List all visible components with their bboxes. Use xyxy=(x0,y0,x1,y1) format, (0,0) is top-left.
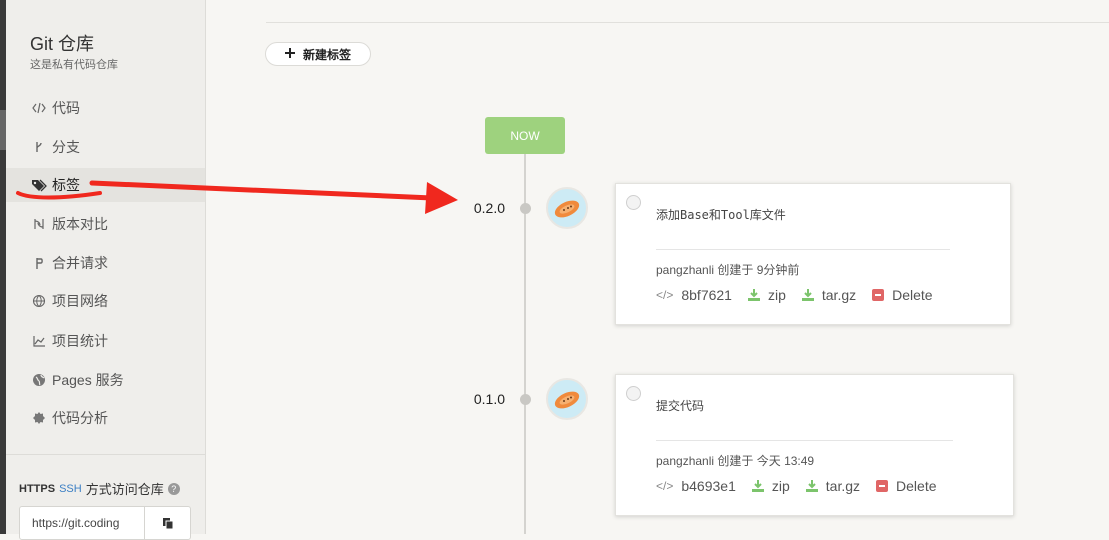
download-icon xyxy=(801,289,814,301)
sidebar: Git 仓库 这是私有代码仓库 代码 分支 标签 版本对比 合并请求 项目网络 … xyxy=(6,0,206,540)
commit-hash: 8bf7621 xyxy=(681,287,732,303)
annotation-arrow-head xyxy=(425,182,458,214)
targz-label: tar.gz xyxy=(825,478,861,494)
https-option[interactable]: HTTPS xyxy=(19,483,55,495)
tag-icon xyxy=(30,176,48,194)
zip-label: zip xyxy=(767,287,786,303)
card-separator xyxy=(656,440,953,441)
tag-card: 添加Base和Tool库文件 pangzhanli 创建于 9分钟前 </> 8… xyxy=(615,183,1011,325)
created-time: 创建于 9分钟前 xyxy=(717,263,800,277)
sidebar-item-label: 版本对比 xyxy=(52,216,108,232)
sidebar-item-stats[interactable]: 项目统计 xyxy=(6,324,205,358)
help-icon[interactable]: ? xyxy=(167,482,180,495)
sidebar-item-label: 合并请求 xyxy=(52,255,108,271)
sidebar-item-network[interactable]: 项目网络 xyxy=(6,284,205,318)
code-icon: </> xyxy=(656,288,674,302)
timeline-dot xyxy=(520,203,531,214)
download-icon xyxy=(805,480,818,492)
delete-label: Delete xyxy=(892,287,933,303)
zip-download[interactable]: zip xyxy=(747,287,786,303)
delete-button[interactable]: Delete xyxy=(876,478,937,494)
commit-link[interactable]: </> 8bf7621 xyxy=(656,287,732,303)
tag-message: 添加Base和Tool库文件 xyxy=(656,208,786,222)
commit-hash: b4693e1 xyxy=(681,478,736,494)
sidebar-item-label: Pages 服务 xyxy=(52,372,124,388)
tag-meta: pangzhanli 创建于 今天 13:49 xyxy=(656,452,814,469)
author[interactable]: pangzhanli xyxy=(656,263,714,277)
clone-url-input[interactable] xyxy=(20,507,144,539)
sidebar-item-label: 项目统计 xyxy=(52,333,108,349)
branch-icon xyxy=(30,138,48,156)
copy-icon[interactable] xyxy=(144,507,190,539)
tag-meta: pangzhanli 创建于 9分钟前 xyxy=(656,261,799,278)
code-icon xyxy=(30,99,48,117)
sidebar-item-merge-request[interactable]: 合并请求 xyxy=(6,246,205,280)
timeline-dot xyxy=(520,394,531,405)
code-icon: </> xyxy=(656,479,674,493)
sidebar-item-branch[interactable]: 分支 xyxy=(6,130,205,164)
globe-icon xyxy=(30,371,48,389)
sidebar-divider xyxy=(6,454,205,455)
delete-icon xyxy=(872,289,885,301)
new-tag-button[interactable]: 新建标签 xyxy=(265,42,371,66)
targz-download[interactable]: tar.gz xyxy=(801,287,857,303)
access-methods: HTTPS SSH 方式访问仓库 ? xyxy=(19,479,180,498)
sidebar-item-label: 项目网络 xyxy=(52,293,108,309)
tag-actions: </> 8bf7621 zip tar.gz Delete xyxy=(656,287,949,303)
tag-actions: </> b4693e1 zip tar.gz Delete xyxy=(656,478,953,494)
created-time: 创建于 今天 13:49 xyxy=(717,454,815,468)
merge-request-icon xyxy=(30,254,48,272)
now-marker: NOW xyxy=(485,117,565,154)
sidebar-item-pages[interactable]: Pages 服务 xyxy=(6,363,205,397)
sidebar-item-label: 标签 xyxy=(52,177,80,193)
delete-button[interactable]: Delete xyxy=(872,287,933,303)
author[interactable]: pangzhanli xyxy=(656,454,714,468)
delete-label: Delete xyxy=(896,478,937,494)
sidebar-item-compare[interactable]: 版本对比 xyxy=(6,207,205,241)
targz-download[interactable]: tar.gz xyxy=(805,478,861,494)
avatar[interactable] xyxy=(546,187,588,229)
card-separator xyxy=(656,249,950,250)
select-radio[interactable] xyxy=(626,386,641,401)
sidebar-item-analysis[interactable]: 代码分析 xyxy=(6,401,205,435)
sidebar-item-label: 分支 xyxy=(52,139,80,155)
download-icon xyxy=(747,289,760,301)
access-text: 方式访问仓库 xyxy=(85,482,164,497)
stats-icon xyxy=(30,332,48,350)
sidebar-item-code[interactable]: 代码 xyxy=(6,91,205,125)
repo-subtitle: 这是私有代码仓库 xyxy=(30,59,118,71)
sidebar-item-label: 代码 xyxy=(52,100,80,116)
delete-icon xyxy=(876,480,889,492)
papaya-icon xyxy=(554,200,580,218)
repo-title: Git 仓库 xyxy=(30,34,95,54)
network-icon xyxy=(30,292,48,310)
compare-icon xyxy=(30,215,48,233)
zip-label: zip xyxy=(771,478,790,494)
tag-version[interactable]: 0.2.0 xyxy=(455,200,505,216)
clone-url-box xyxy=(19,506,191,540)
commit-link[interactable]: </> b4693e1 xyxy=(656,478,736,494)
plus-icon xyxy=(284,47,295,61)
zip-download[interactable]: zip xyxy=(751,478,790,494)
tag-message: 提交代码 xyxy=(656,399,705,413)
download-icon xyxy=(751,480,764,492)
ssh-option[interactable]: SSH xyxy=(59,483,82,495)
avatar[interactable] xyxy=(546,378,588,420)
tag-card: 提交代码 pangzhanli 创建于 今天 13:49 </> b4693e1… xyxy=(615,374,1014,516)
papaya-icon xyxy=(554,391,580,409)
select-radio[interactable] xyxy=(626,195,641,210)
sidebar-item-label: 代码分析 xyxy=(52,410,108,426)
new-tag-label: 新建标签 xyxy=(302,47,351,62)
sidebar-item-tags[interactable]: 标签 xyxy=(6,168,205,202)
top-divider xyxy=(266,22,1109,23)
tag-version[interactable]: 0.1.0 xyxy=(455,391,505,407)
targz-label: tar.gz xyxy=(821,287,857,303)
analysis-icon xyxy=(30,409,48,427)
